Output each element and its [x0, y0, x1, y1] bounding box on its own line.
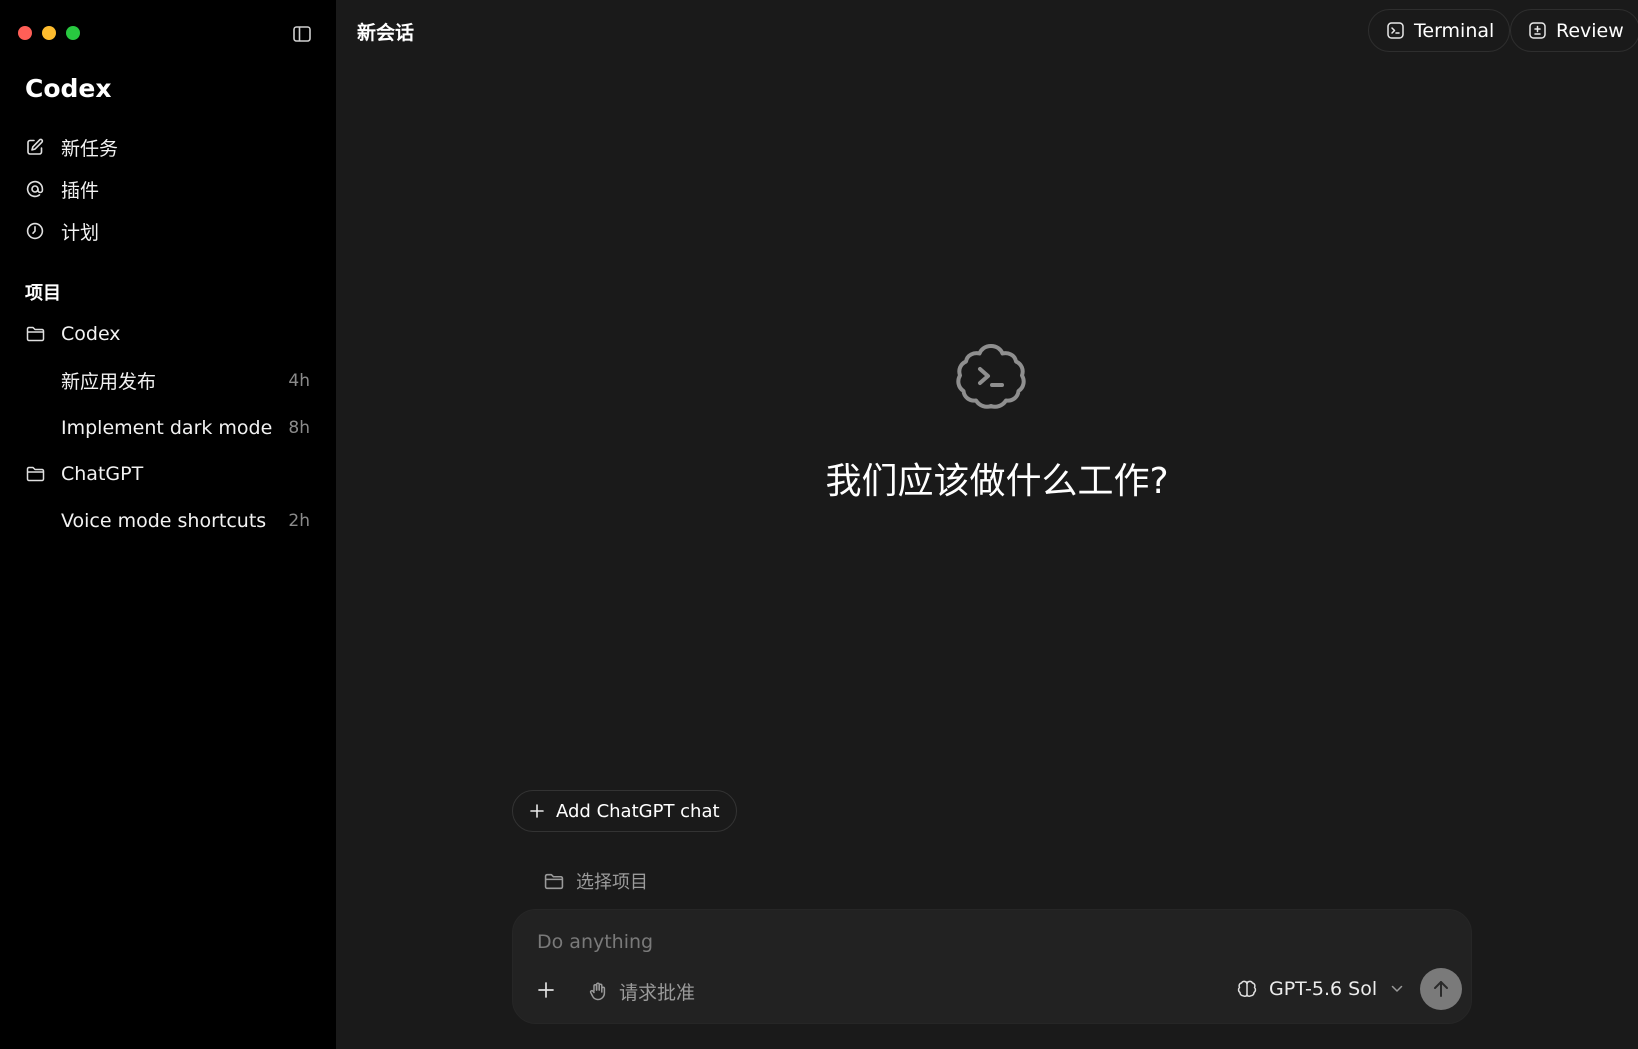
- nav-item-label: 新任务: [61, 137, 119, 160]
- task-item[interactable]: 新应用发布 4h: [0, 357, 336, 404]
- attach-button[interactable]: [535, 979, 557, 1001]
- project-name: Codex: [61, 323, 121, 345]
- add-chatgpt-chat-button[interactable]: Add ChatGPT chat: [512, 790, 737, 832]
- window-close-button[interactable]: [18, 26, 32, 40]
- approval-mode-button[interactable]: 请求批准: [589, 978, 695, 1005]
- page-title: 新会话: [357, 22, 415, 44]
- project-list: Codex 新应用发布 4h Implement dark mode 8h Ch…: [0, 311, 336, 544]
- window-controls: [18, 26, 80, 40]
- chevron-down-icon: [1391, 982, 1405, 996]
- task-item[interactable]: Voice mode shortcuts 2h: [0, 497, 336, 544]
- task-item[interactable]: Implement dark mode 8h: [0, 404, 336, 451]
- task-time: 4h: [288, 370, 310, 391]
- window-maximize-button[interactable]: [66, 26, 80, 40]
- hand-icon: [589, 981, 609, 1003]
- nav-item-new-task[interactable]: 新任务: [0, 126, 336, 168]
- nav-item-plugins[interactable]: 插件: [0, 168, 336, 210]
- project-name: ChatGPT: [61, 463, 144, 485]
- review-label: Review: [1556, 19, 1624, 42]
- select-project-label: 选择项目: [576, 872, 648, 893]
- terminal-icon: [1386, 22, 1404, 40]
- terminal-label: Terminal: [1414, 19, 1495, 42]
- add-chatgpt-chat-label: Add ChatGPT chat: [556, 800, 720, 822]
- select-project-button[interactable]: 选择项目: [544, 868, 648, 894]
- sidebar: Codex 新任务 插件 计划 项目 Codex 新应用发布 4h Implem…: [0, 0, 336, 1049]
- prompt-input[interactable]: [535, 930, 1435, 954]
- composer: 请求批准 GPT-5.6 Sol: [512, 909, 1472, 1024]
- edit-icon: [25, 137, 45, 157]
- plus-icon: [530, 803, 546, 819]
- app-window: Codex 新任务 插件 计划 项目 Codex 新应用发布 4h Implem…: [0, 0, 1638, 1049]
- hero-title: 我们应该做什么工作?: [825, 461, 1169, 502]
- task-title: 新应用发布: [61, 371, 157, 393]
- project-codex[interactable]: Codex: [0, 311, 336, 357]
- nav-item-label: 计划: [61, 221, 100, 244]
- codex-logo-icon: [956, 344, 1026, 409]
- folder-icon: [25, 324, 45, 344]
- sidebar-toggle-button[interactable]: [290, 23, 314, 45]
- send-button[interactable]: [1420, 968, 1462, 1010]
- main-panel: 新会话 Terminal Review 我们应该做什么工作? Add ChatG…: [336, 0, 1638, 1049]
- project-chatgpt[interactable]: ChatGPT: [0, 451, 336, 497]
- nav-item-label: 插件: [61, 179, 100, 202]
- approval-mode-label: 请求批准: [619, 982, 696, 1004]
- projects-section-label: 项目: [25, 283, 61, 304]
- task-time: 2h: [288, 510, 310, 531]
- model-picker-button[interactable]: GPT-5.6 Sol: [1237, 978, 1405, 1000]
- terminal-button[interactable]: Terminal: [1368, 9, 1511, 52]
- task-title: Voice mode shortcuts: [61, 509, 267, 532]
- brain-icon: [1237, 978, 1259, 1000]
- sidebar-nav: 新任务 插件 计划: [0, 126, 336, 252]
- folder-icon: [544, 871, 566, 891]
- review-button[interactable]: Review: [1510, 9, 1638, 52]
- folder-icon: [25, 464, 45, 484]
- plus-icon: [538, 982, 554, 998]
- nav-item-schedule[interactable]: 计划: [0, 210, 336, 252]
- clock-icon: [25, 221, 45, 241]
- arrow-up-icon: [1434, 981, 1448, 997]
- model-label: GPT-5.6 Sol: [1269, 978, 1378, 1000]
- window-minimize-button[interactable]: [42, 26, 56, 40]
- app-brand: Codex: [25, 74, 112, 103]
- review-icon: [1528, 22, 1546, 40]
- task-title: Implement dark mode: [61, 416, 273, 439]
- at-icon: [25, 179, 45, 199]
- sidebar-panel-icon: [293, 26, 311, 42]
- task-time: 8h: [288, 417, 310, 438]
